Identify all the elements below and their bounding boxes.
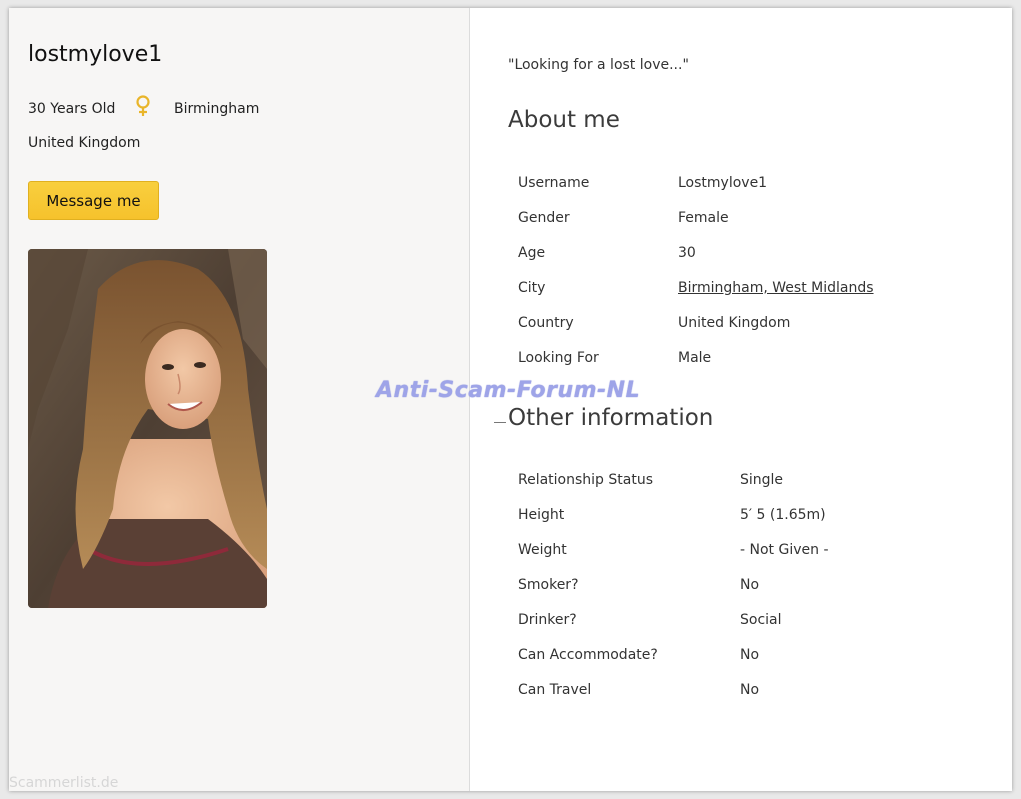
profile-username: lostmylove1 <box>28 42 163 67</box>
row-value: Single <box>740 472 784 488</box>
female-symbol-icon <box>134 94 152 118</box>
profile-tagline: "Looking for a lost love..." <box>508 57 689 73</box>
profile-photo[interactable] <box>28 249 267 608</box>
row-label: Age <box>518 245 546 261</box>
row-label: Can Travel <box>518 682 592 698</box>
profile-age: 30 Years Old <box>28 101 116 117</box>
about-me-heading: About me <box>508 107 620 133</box>
row-label: Looking For <box>518 350 599 366</box>
row-label: Smoker? <box>518 577 579 593</box>
row-value: United Kingdom <box>678 315 791 331</box>
profile-country: United Kingdom <box>28 135 141 151</box>
message-me-button[interactable]: Message me <box>28 181 159 220</box>
row-value: No <box>740 682 760 698</box>
city-link[interactable]: Birmingham, West Midlands <box>678 280 874 296</box>
row-value: 30 <box>678 245 696 261</box>
row-value: - Not Given - <box>740 542 829 558</box>
other-information-heading: Other information <box>508 405 714 431</box>
row-label: Can Accommodate? <box>518 647 658 663</box>
row-value: Social <box>740 612 782 628</box>
corner-watermark: Scammerlist.de <box>9 775 119 791</box>
row-value: 5′ 5 (1.65m) <box>740 507 826 523</box>
row-label: Relationship Status <box>518 472 654 488</box>
row-label: Country <box>518 315 574 331</box>
row-value: No <box>740 647 760 663</box>
row-value: No <box>740 577 760 593</box>
row-label: Drinker? <box>518 612 577 628</box>
row-value: Female <box>678 210 729 226</box>
row-label: Height <box>518 507 565 523</box>
divider <box>494 422 506 423</box>
row-label: Gender <box>518 210 570 226</box>
row-value: Lostmylove1 <box>678 175 768 191</box>
row-value: Male <box>678 350 712 366</box>
profile-city: Birmingham <box>174 101 260 117</box>
row-label: Username <box>518 175 590 191</box>
watermark-text: Anti-Scam-Forum-NL <box>376 378 641 403</box>
row-label: Weight <box>518 542 567 558</box>
row-label: City <box>518 280 546 296</box>
